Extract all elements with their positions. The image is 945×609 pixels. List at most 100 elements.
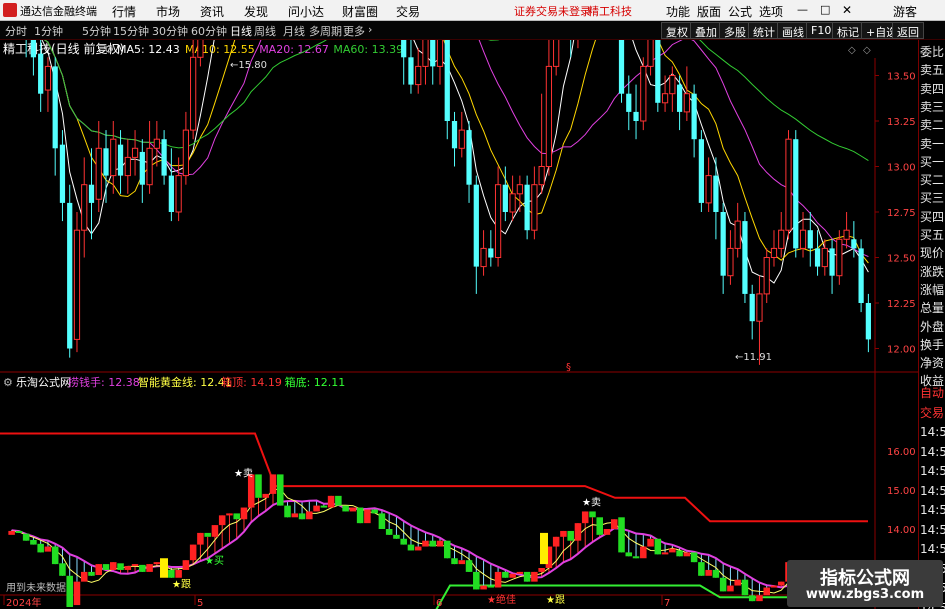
- sub-candle: [269, 474, 277, 494]
- quote-field-5: 卖一: [920, 136, 945, 151]
- trade-row-5: 14:56: [920, 483, 945, 498]
- quote-field-11: 现价: [920, 246, 945, 261]
- sub-candle: [73, 581, 81, 606]
- settings-gear-icon[interactable]: ⚙: [104, 43, 114, 56]
- diejia-button[interactable]: 叠加: [690, 22, 722, 39]
- period-day[interactable]: 日线: [230, 23, 252, 39]
- period-15min[interactable]: 15分钟: [113, 23, 149, 39]
- candle-body: [538, 166, 545, 186]
- biaoji-button[interactable]: 标记: [832, 22, 864, 39]
- candle-body: [161, 139, 167, 176]
- maximize-icon[interactable]: □: [820, 3, 830, 16]
- sub-candle: [168, 569, 175, 578]
- candle-body: [640, 65, 647, 122]
- candle-body: [814, 248, 821, 267]
- ma-label-2: MA20: 12.67: [259, 43, 329, 56]
- huaxian-button[interactable]: 画线: [777, 22, 809, 39]
- period-1min[interactable]: 1分钟: [34, 23, 63, 39]
- candle-body: [38, 53, 44, 94]
- sub-candle: [451, 558, 458, 565]
- minimize-icon[interactable]: —: [797, 3, 808, 16]
- trade-row-1[interactable]: 交易: [920, 405, 945, 422]
- duogu-button[interactable]: 多股: [719, 22, 751, 39]
- panel-expand-icon[interactable]: ◇: [863, 45, 871, 56]
- period-more[interactable]: 更多: [343, 23, 365, 39]
- fuquan-button[interactable]: 复权: [661, 22, 693, 39]
- menu-xuanxiang[interactable]: 选项: [759, 3, 783, 20]
- candle-body: [415, 65, 422, 86]
- candle-body: [153, 138, 160, 149]
- sub-candle: [342, 505, 349, 512]
- candle-body: [175, 175, 182, 213]
- signal-annotation: ★卖: [582, 497, 601, 509]
- sub-candle: [654, 538, 662, 555]
- more-chevron-icon[interactable]: ›: [368, 23, 372, 36]
- sub-candle: [407, 544, 415, 551]
- menu-gongneng[interactable]: 功能: [666, 3, 690, 20]
- quote-field-7: 买二: [920, 173, 945, 188]
- candle-body: [451, 121, 458, 149]
- candle-body: [742, 221, 748, 294]
- trade-row-7: 14:56: [920, 522, 945, 537]
- signal-annotation: ★跟: [546, 594, 565, 606]
- candle-body: [95, 147, 102, 200]
- period-5min[interactable]: 5分钟: [82, 23, 111, 39]
- period-month[interactable]: 月线: [283, 23, 305, 39]
- menu-banmian[interactable]: 版面: [697, 3, 721, 20]
- sub-candle: [509, 573, 516, 578]
- candle-body: [168, 175, 174, 212]
- candle-body: [618, 40, 625, 94]
- tongji-button[interactable]: 统计: [748, 22, 780, 39]
- kline-chart[interactable]: 精工科技(日线 前复权) ⚙ MA5: 12.43 MA10: 12.55 MA20…: [0, 40, 918, 609]
- sub-candle: [443, 540, 451, 559]
- quote-field-8: 买三: [920, 191, 945, 206]
- price-tick-label: 13.00: [887, 163, 916, 174]
- sub-candle: [153, 562, 161, 565]
- indicator-label-3: 箱底: 12.11: [285, 375, 346, 389]
- sub-candle: [574, 523, 582, 541]
- menu-zixun[interactable]: 资讯: [200, 3, 224, 20]
- menu-caifuquan[interactable]: 财富圈: [342, 3, 378, 20]
- signal-bar: [540, 532, 548, 565]
- menu-wenxiaoda[interactable]: 问小达: [288, 3, 324, 20]
- menu-faxian[interactable]: 发现: [244, 3, 268, 20]
- sub-candle: [211, 525, 219, 537]
- login-status[interactable]: 证券交易未登录: [514, 3, 591, 19]
- guest-user[interactable]: 游客: [893, 3, 917, 20]
- close-icon[interactable]: ✕: [842, 3, 852, 17]
- divider-mark: §: [566, 362, 571, 373]
- menu-gongshi[interactable]: 公式: [728, 3, 752, 20]
- trade-row-0[interactable]: 自动: [920, 385, 945, 402]
- signal-annotation: ★卖: [234, 467, 253, 479]
- diamond-icon[interactable]: ◇: [848, 45, 856, 56]
- sub-candle: [175, 569, 182, 578]
- candle-body: [516, 184, 523, 195]
- sub-candle: [610, 519, 618, 529]
- period-30min[interactable]: 30分钟: [152, 23, 188, 39]
- sub-candle: [320, 505, 328, 508]
- time-label: 2024年: [6, 596, 41, 609]
- back-button[interactable]: 返回: [892, 22, 924, 39]
- menu-jiaoyi[interactable]: 交易: [396, 3, 420, 20]
- candle-body: [770, 247, 778, 258]
- sub-candle: [313, 505, 320, 512]
- candle-body: [509, 193, 516, 213]
- menu-hangqing[interactable]: 行情: [112, 3, 136, 20]
- sub-candle: [734, 579, 741, 586]
- stock-name-link[interactable]: 精工科技: [588, 3, 632, 19]
- sub-candle: [523, 571, 531, 582]
- sub-candle: [139, 564, 146, 572]
- period-toolbar: 分时 1分钟 5分钟 15分钟 30分钟 60分钟 日线 周线 月线 多周期 更…: [0, 21, 945, 40]
- period-60min[interactable]: 60分钟: [191, 23, 227, 39]
- candle-body: [44, 65, 52, 91]
- sub-candle: [712, 569, 720, 578]
- candle-body: [799, 229, 807, 249]
- period-fenshi[interactable]: 分时: [5, 23, 27, 39]
- menu-shichang[interactable]: 市场: [156, 3, 180, 20]
- period-multi[interactable]: 多周期: [309, 23, 342, 39]
- candle-body: [494, 184, 502, 258]
- period-week[interactable]: 周线: [254, 23, 276, 39]
- sub-settings-gear-icon[interactable]: ⚙: [3, 376, 13, 389]
- candle-body: [807, 230, 813, 249]
- sub-candle: [618, 517, 625, 553]
